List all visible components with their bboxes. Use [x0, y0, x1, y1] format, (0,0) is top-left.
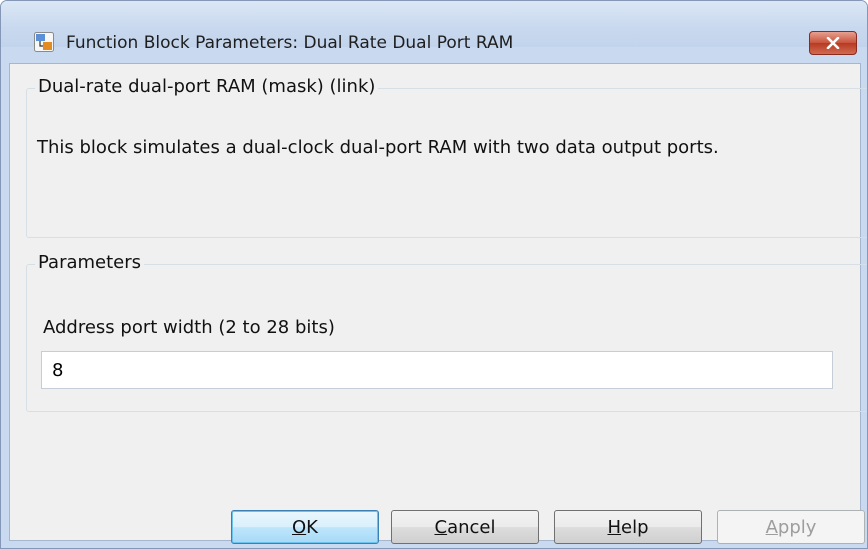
close-icon — [826, 37, 840, 49]
apply-button[interactable]: Apply — [717, 510, 865, 544]
address-port-width-label: Address port width (2 to 28 bits) — [43, 317, 335, 338]
window-title: Function Block Parameters: Dual Rate Dua… — [66, 33, 514, 53]
ok-mnemonic: O — [292, 516, 307, 538]
block-description: This block simulates a dual-clock dual-p… — [37, 137, 719, 158]
help-button[interactable]: Help — [554, 510, 702, 544]
help-label-rest: elp — [621, 516, 649, 538]
help-mnemonic: H — [607, 516, 622, 538]
cancel-label-rest: ancel — [447, 516, 496, 538]
apply-label-rest: pply — [777, 516, 817, 538]
simulink-block-icon — [34, 32, 54, 52]
address-port-width-input[interactable] — [41, 351, 833, 389]
parameters-group-title: Parameters — [35, 252, 145, 273]
ok-button[interactable]: OK — [231, 510, 379, 544]
cancel-mnemonic: C — [434, 516, 448, 538]
dialog-window: Function Block Parameters: Dual Rate Dua… — [0, 0, 868, 549]
description-group: Dual-rate dual-port RAM (mask) (link) Th… — [26, 76, 867, 238]
dialog-content: Dual-rate dual-port RAM (mask) (link) Th… — [9, 63, 867, 544]
description-group-title: Dual-rate dual-port RAM (mask) (link) — [35, 76, 379, 97]
title-bar[interactable]: Function Block Parameters: Dual Rate Dua… — [1, 1, 867, 55]
cancel-button[interactable]: Cancel — [391, 510, 539, 544]
parameters-group: Parameters Address port width (2 to 28 b… — [26, 252, 867, 412]
close-button[interactable] — [809, 31, 857, 55]
ok-label-rest: K — [306, 516, 318, 538]
apply-mnemonic: A — [765, 516, 778, 538]
